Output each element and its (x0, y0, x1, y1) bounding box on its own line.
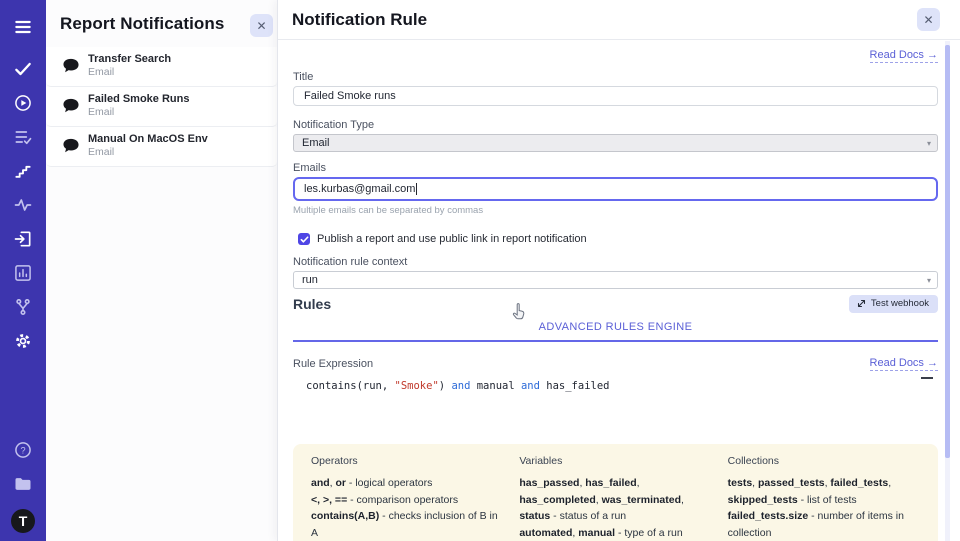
folder-icon[interactable] (12, 473, 34, 495)
title-input-value: Failed Smoke runs (304, 90, 396, 102)
play-circle-icon[interactable] (12, 92, 34, 114)
notification-type-select[interactable]: Email ▾ (293, 134, 938, 152)
editor-scrollbar-dash[interactable] (921, 377, 933, 379)
webhook-arrows-icon (857, 299, 866, 308)
rule-expression-code[interactable]: contains(run, "Smoke") and manual and ha… (293, 379, 938, 394)
read-docs-link[interactable]: Read Docs → (870, 357, 938, 371)
help-entry: <, >, == - comparison operators (311, 492, 503, 509)
notification-title: Failed Smoke Runs (88, 93, 189, 106)
expression-help-panel: Operators and, or - logical operators<, >… (293, 444, 938, 541)
test-webhook-button[interactable]: Test webhook (849, 295, 938, 313)
notification-type-value: Email (302, 137, 330, 149)
help-entry: has_passed, has_failed, has_completed, w… (519, 475, 711, 525)
read-docs-link[interactable]: Read Docs → (870, 49, 938, 63)
close-icon: ✕ (256, 19, 266, 33)
title-label: Title (293, 71, 938, 83)
modal-title: Notification Rule (292, 10, 427, 30)
notification-title: Manual On MacOS Env (88, 133, 208, 146)
title-input[interactable]: Failed Smoke runs (293, 86, 938, 106)
chevron-down-icon: ▾ (927, 276, 931, 285)
help-column-heading: Collections (728, 455, 920, 467)
app-window: ? T Report Notifications ✕ Transfer Sear… (0, 0, 960, 541)
chat-bubble-icon (62, 98, 80, 114)
rule-context-value: run (302, 274, 318, 286)
tab-advanced-rules-engine[interactable]: ADVANCED RULES ENGINE (539, 321, 693, 333)
context-label: Notification rule context (293, 256, 938, 268)
publish-checkbox-label: Publish a report and use public link in … (317, 233, 587, 245)
menu-icon[interactable] (12, 16, 34, 38)
help-entry: contains(A,B) - checks inclusion of B in… (311, 508, 503, 541)
list-item[interactable]: Manual On MacOS Env Email (46, 127, 277, 167)
publish-checkbox-row[interactable]: Publish a report and use public link in … (298, 233, 938, 245)
close-icon: ✕ (923, 13, 933, 27)
help-icon[interactable]: ? (12, 439, 34, 461)
checkbox-checked-icon[interactable] (298, 233, 310, 245)
report-notifications-panel: Report Notifications ✕ Transfer Search E… (46, 0, 277, 541)
app-logo[interactable]: T (11, 509, 35, 533)
panel-close-button[interactable]: ✕ (250, 14, 273, 37)
modal-scrollbar-thumb[interactable] (945, 45, 950, 458)
emails-input-value: les.kurbas@gmail.com (304, 183, 415, 195)
chevron-down-icon: ▾ (927, 139, 931, 148)
help-column: Variables has_passed, has_failed, has_com… (519, 455, 711, 541)
chat-bubble-icon (62, 138, 80, 154)
help-entry: automated, manual - type of a run (519, 525, 711, 541)
help-column-heading: Variables (519, 455, 711, 467)
notification-channel: Email (88, 146, 208, 159)
notification-type-label: Notification Type (293, 119, 938, 131)
import-icon[interactable] (12, 228, 34, 250)
activity-icon[interactable] (12, 194, 34, 216)
help-entry: failed_tests.size - number of items in c… (728, 508, 920, 541)
sidebar: ? T (0, 0, 46, 541)
chat-bubble-icon (62, 58, 80, 74)
notification-title: Transfer Search (88, 53, 171, 66)
gear-icon[interactable] (12, 330, 34, 352)
list-item[interactable]: Failed Smoke Runs Email (46, 87, 277, 127)
rules-heading: Rules (293, 296, 331, 312)
panel-title: Report Notifications (60, 14, 224, 34)
svg-text:?: ? (20, 446, 25, 456)
emails-input[interactable]: les.kurbas@gmail.com (293, 177, 938, 201)
modal-close-button[interactable]: ✕ (917, 8, 940, 31)
emails-hint: Multiple emails can be separated by comm… (293, 205, 938, 216)
list-item[interactable]: Transfer Search Email (46, 47, 277, 87)
notification-channel: Email (88, 106, 189, 119)
help-column: Collections tests, passed_tests, failed_t… (728, 455, 920, 541)
notification-rule-modal: Notification Rule ✕ Read Docs → Title Fa… (277, 0, 960, 541)
help-column: Operators and, or - logical operators<, >… (311, 455, 503, 541)
list-check-icon[interactable] (12, 126, 34, 148)
emails-label: Emails (293, 162, 938, 174)
help-column-heading: Operators (311, 455, 503, 467)
rule-expression-editor[interactable]: contains(run, "Smoke") and manual and ha… (293, 379, 938, 401)
check-icon[interactable] (12, 58, 34, 80)
steps-icon[interactable] (12, 160, 34, 182)
text-caret (416, 183, 417, 195)
branch-icon[interactable] (12, 296, 34, 318)
help-entry: and, or - logical operators (311, 475, 503, 492)
rule-context-select[interactable]: run ▾ (293, 271, 938, 289)
notification-channel: Email (88, 66, 171, 79)
help-entry: tests, passed_tests, failed_tests, skipp… (728, 475, 920, 508)
rule-expression-label: Rule Expression (293, 358, 373, 370)
rules-tabs: ADVANCED RULES ENGINE (293, 317, 938, 342)
bar-chart-icon[interactable] (12, 262, 34, 284)
